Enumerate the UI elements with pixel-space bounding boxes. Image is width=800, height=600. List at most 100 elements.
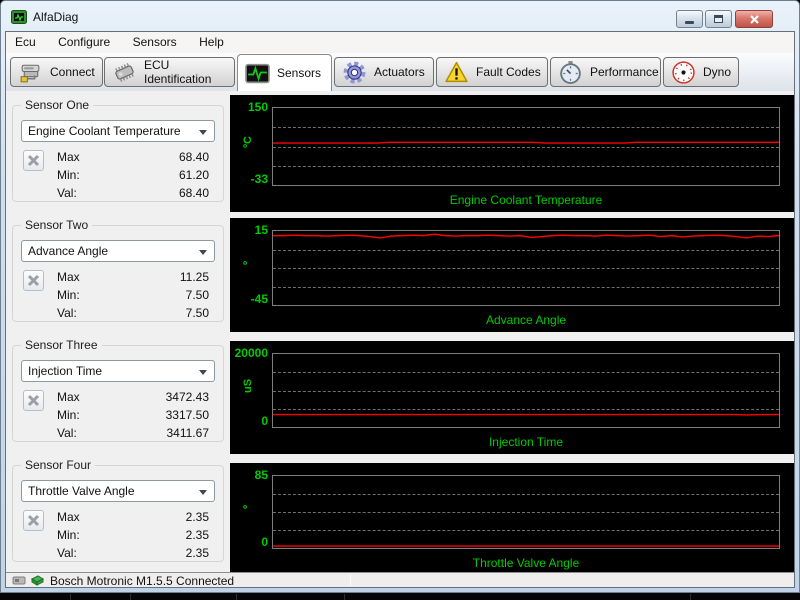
- gear-icon: [343, 61, 366, 83]
- window-title: AlfaDiag: [33, 10, 79, 24]
- tab-label: ECU Identification: [144, 58, 212, 86]
- minimize-button[interactable]: [676, 10, 703, 28]
- statusbar-separator: [350, 574, 351, 586]
- sensor-one-select[interactable]: Engine Coolant Temperature: [21, 120, 215, 142]
- client-area: Ecu Configure Sensors Help Connect ECU I…: [5, 31, 795, 588]
- min-value: 2.35: [185, 528, 209, 542]
- disabled-x-icon: [27, 514, 40, 527]
- clear-graph-button[interactable]: [23, 390, 44, 411]
- menu-item-configure[interactable]: Configure: [49, 32, 119, 53]
- injection-time-chart: 20000 uS 0 Injection Time: [230, 341, 794, 454]
- chevron-down-icon: [199, 490, 207, 495]
- gauge-icon: [672, 60, 695, 84]
- menu-bar: Ecu Configure Sensors Help: [6, 32, 794, 53]
- chevron-down-icon: [199, 370, 207, 375]
- val-label: Val:: [57, 546, 77, 560]
- y-axis-min-tick: -33: [250, 172, 268, 186]
- tab-performance[interactable]: Performance: [550, 57, 661, 87]
- chevron-down-icon: [199, 250, 207, 255]
- sensor-three-group: Sensor Three Injection Time Max 3472.43 …: [12, 338, 224, 442]
- chart-title: Throttle Valve Angle: [472, 556, 580, 570]
- throttle-valve-chart: 85 º 0 Throttle Valve Angle: [230, 463, 794, 575]
- maximize-button[interactable]: [705, 10, 732, 28]
- title-bar[interactable]: AlfaDiag: [5, 4, 795, 31]
- tab-label: Fault Codes: [476, 65, 541, 79]
- chip-icon: [115, 62, 134, 82]
- plot-area: [272, 475, 780, 549]
- min-label: Min:: [57, 408, 80, 422]
- tab-sensors[interactable]: Sensors: [237, 54, 332, 91]
- tab-label: Sensors: [277, 66, 322, 80]
- y-axis-min-tick: -45: [250, 292, 268, 306]
- status-device-icon: [12, 576, 26, 585]
- y-axis-min-tick: 0: [261, 414, 268, 428]
- y-axis-min-tick: 0: [261, 535, 268, 549]
- max-value: 11.25: [179, 270, 209, 284]
- chart-title: Injection Time: [488, 435, 564, 449]
- menu-item-sensors[interactable]: Sensors: [124, 32, 186, 53]
- chart-title: Engine Coolant Temperature: [449, 193, 603, 207]
- group-label: Sensor Four: [21, 458, 96, 472]
- min-value: 3317.50: [165, 408, 209, 422]
- tab-fault-codes[interactable]: Fault Codes: [436, 57, 548, 87]
- clear-graph-button[interactable]: [23, 270, 44, 291]
- toolbar: Connect ECU Identification Sensors Actua…: [6, 53, 794, 91]
- advance-angle-chart: 15 º -45 Advance Angle: [230, 218, 794, 332]
- sensor-three-select[interactable]: Injection Time: [21, 360, 215, 382]
- min-label: Min:: [57, 168, 80, 182]
- disabled-x-icon: [27, 274, 40, 287]
- taskbar-sliver[interactable]: [0, 593, 800, 600]
- plot-area: [272, 230, 780, 306]
- sensor-four-select[interactable]: Throttle Valve Angle: [21, 480, 215, 502]
- group-label: Sensor Three: [21, 338, 102, 352]
- menu-item-ecu[interactable]: Ecu: [6, 32, 45, 53]
- val-value: 7.50: [185, 306, 209, 320]
- menu-item-help[interactable]: Help: [190, 32, 233, 53]
- max-label: Max: [57, 150, 80, 164]
- plot-area: [272, 353, 780, 428]
- tab-ecu-identification[interactable]: ECU Identification: [104, 57, 235, 87]
- tab-connect[interactable]: Connect: [10, 57, 103, 87]
- min-value: 7.50: [185, 288, 209, 302]
- trace-line: [273, 354, 779, 427]
- stopwatch-icon: [560, 60, 581, 84]
- minimize-icon: [685, 21, 694, 24]
- disabled-x-icon: [27, 394, 40, 407]
- selected-sensor: Injection Time: [28, 364, 103, 378]
- plot-area: [272, 107, 780, 186]
- sensor-two-group: Sensor Two Advance Angle Max 11.25 Min: …: [12, 218, 224, 322]
- max-value: 2.35: [185, 510, 209, 524]
- trace-line: [273, 108, 779, 185]
- connection-status: Bosch Motronic M1.5.5 Connected: [50, 574, 235, 588]
- max-label: Max: [57, 390, 80, 404]
- chart-title: Advance Angle: [485, 313, 567, 327]
- status-bar: Bosch Motronic M1.5.5 Connected: [6, 572, 794, 587]
- val-value: 68.40: [178, 186, 209, 200]
- max-value: 68.40: [178, 150, 209, 164]
- warning-icon: [445, 61, 468, 82]
- oscilloscope-icon: [245, 63, 270, 83]
- selected-sensor: Throttle Valve Angle: [28, 484, 135, 498]
- sensor-two-select[interactable]: Advance Angle: [21, 240, 215, 262]
- sensor-four-group: Sensor Four Throttle Valve Angle Max 2.3…: [12, 458, 224, 562]
- min-label: Min:: [57, 288, 80, 302]
- val-label: Val:: [57, 186, 77, 200]
- tab-actuators[interactable]: Actuators: [334, 57, 434, 87]
- maximize-icon: [714, 15, 723, 23]
- max-label: Max: [57, 510, 80, 524]
- val-value: 3411.67: [166, 426, 210, 440]
- disabled-x-icon: [27, 154, 40, 167]
- clear-graph-button[interactable]: [23, 150, 44, 171]
- val-label: Val:: [57, 426, 77, 440]
- close-button[interactable]: [735, 10, 773, 28]
- val-label: Val:: [57, 306, 77, 320]
- status-connection-icon: [30, 575, 45, 586]
- tab-label: Actuators: [374, 65, 425, 79]
- selected-sensor: Advance Angle: [28, 244, 109, 258]
- clear-graph-button[interactable]: [23, 510, 44, 531]
- app-icon: [11, 10, 27, 24]
- close-icon: [749, 14, 759, 24]
- tab-dyno[interactable]: Dyno: [663, 57, 739, 87]
- sensor-one-group: Sensor One Engine Coolant Temperature Ma…: [12, 98, 224, 202]
- min-label: Min:: [57, 528, 80, 542]
